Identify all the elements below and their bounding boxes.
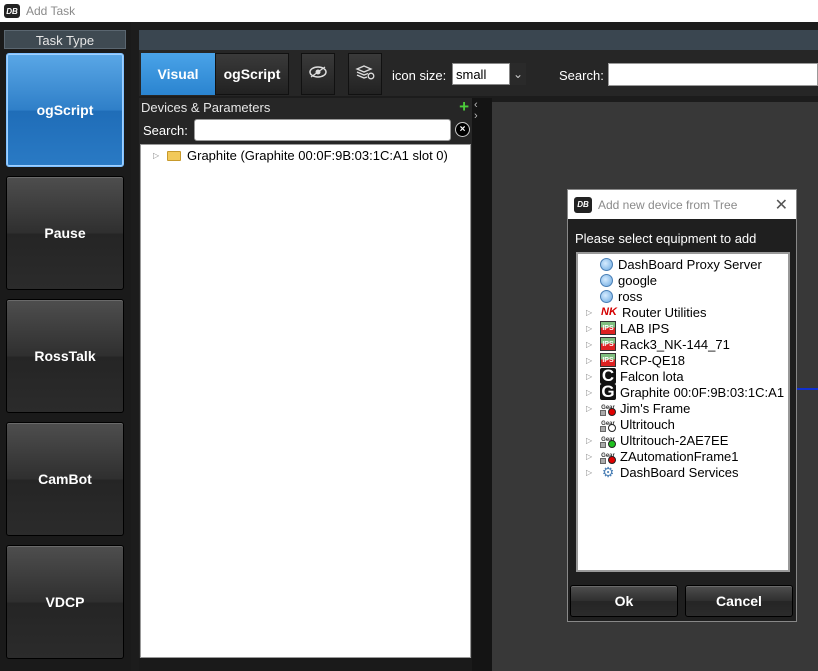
devices-panel: Devices & Parameters + Search: × ▷ Graph… (139, 98, 472, 671)
list-item[interactable]: ▷ IPS LAB IPS (586, 320, 669, 336)
expand-right-icon[interactable]: › (474, 111, 478, 122)
devices-header: Devices & Parameters (141, 100, 271, 115)
window-title: Add Task (26, 4, 76, 18)
gear-green-icon: Gear (600, 432, 616, 448)
list-item[interactable]: DashBoard Proxy Server (600, 256, 762, 272)
add-device-icon[interactable]: + (459, 98, 469, 115)
g-logo-icon: G (600, 382, 616, 401)
task-vdcp-button[interactable]: VDCP (6, 545, 124, 659)
ips-icon: IPS (600, 337, 616, 351)
ok-button[interactable]: Ok (570, 585, 678, 617)
chevron-down-icon: ⌄ (513, 67, 524, 81)
visual-tab[interactable]: Visual (141, 53, 215, 95)
expand-triangle-icon[interactable]: ▷ (586, 340, 594, 349)
gear-red-icon: Gear (600, 448, 616, 464)
layers-gear-icon (355, 64, 375, 84)
list-item-label: Router Utilities (622, 304, 707, 320)
list-item-label: google (618, 272, 658, 288)
list-item[interactable]: ▷ Gear ZAutomationFrame1 (586, 448, 739, 464)
expand-triangle-icon[interactable]: ▷ (586, 372, 594, 381)
list-item-label: DashBoard Services (620, 464, 739, 480)
ips-icon: IPS (600, 353, 616, 367)
list-item[interactable]: ▷ IPS Rack3_NK-144_71 (586, 336, 730, 352)
expand-triangle-icon[interactable]: ▷ (586, 452, 594, 461)
list-item[interactable]: Gear Ultritouch (600, 416, 675, 432)
list-item-label: LAB IPS (620, 320, 670, 336)
toolbar-search-label: Search: (559, 68, 604, 83)
expand-triangle-icon[interactable]: ▷ (586, 324, 594, 333)
ips-icon: IPS (600, 321, 616, 335)
expand-triangle-icon[interactable]: ▷ (586, 388, 594, 397)
icon-size-label: icon size: (392, 68, 447, 83)
tree-item[interactable]: ▷ Graphite (Graphite 00:0F:9B:03:1C:A1 s… (153, 148, 448, 163)
cancel-button[interactable]: Cancel (685, 585, 793, 617)
cog-icon: ⚙ (601, 463, 615, 480)
expand-triangle-icon[interactable]: ▷ (586, 356, 594, 365)
list-item-label: Ultritouch-2AE7EE (620, 432, 729, 448)
ogscript-tab[interactable]: ogScript (215, 53, 289, 95)
task-ogscript-button[interactable]: ogScript (6, 53, 124, 167)
expand-triangle-icon[interactable]: ▷ (586, 308, 594, 317)
equipment-list[interactable]: DashBoard Proxy Server google ross ▷ NK … (576, 252, 790, 572)
task-type-header: Task Type (4, 30, 126, 49)
dialog-titlebar: DB Add new device from Tree (568, 190, 796, 219)
gear-red-icon: Gear (600, 400, 616, 416)
list-item[interactable]: google (600, 272, 657, 288)
editor-toolbar: Visual ogScript icon size: small ⌄ Searc… (139, 50, 818, 96)
list-item[interactable]: ross (600, 288, 643, 304)
canvas-connector-line (797, 388, 818, 390)
dialog-prompt: Please select equipment to add (575, 231, 757, 246)
task-cambot-button[interactable]: CamBot (6, 422, 124, 536)
tree-item-label: Graphite (Graphite 00:0F:9B:03:1C:A1 slo… (187, 148, 448, 163)
window-titlebar: DB Add Task (0, 0, 818, 22)
close-icon[interactable]: ✕ (775, 195, 788, 215)
toolbar-search-input[interactable] (608, 63, 818, 86)
list-item-label: ZAutomationFrame1 (620, 448, 739, 464)
icon-size-value: small (452, 63, 510, 85)
icon-size-select[interactable]: small ⌄ (452, 63, 526, 85)
list-item-label: Rack3_NK-144_71 (620, 336, 730, 352)
task-pause-button[interactable]: Pause (6, 176, 124, 290)
list-item-label: Falcon lota (620, 368, 684, 384)
expand-triangle-icon[interactable]: ▷ (586, 404, 594, 413)
devices-search-label: Search: (143, 123, 188, 138)
list-item-label: Graphite 00:0F:9B:03:1C:A1 (620, 384, 785, 400)
visibility-toggle-button[interactable] (301, 53, 335, 95)
task-type-panel: Task Type ogScript Pause RossTalk CamBot… (0, 22, 131, 671)
top-strip (139, 30, 818, 50)
add-device-dialog: DB Add new device from Tree ✕ Please sel… (567, 189, 797, 622)
list-item[interactable]: ▷ NK Router Utilities (586, 304, 707, 320)
devices-bottom-bar (139, 658, 472, 671)
devices-tree[interactable]: ▷ Graphite (Graphite 00:0F:9B:03:1C:A1 s… (140, 144, 471, 658)
dialog-title: Add new device from Tree (598, 197, 738, 212)
globe-icon (600, 289, 613, 303)
list-item-label: DashBoard Proxy Server (618, 256, 762, 272)
app-logo-icon: DB (4, 4, 20, 18)
layers-button[interactable] (348, 53, 382, 95)
folder-icon (167, 150, 181, 161)
list-item[interactable]: ▷ ⚙ DashBoard Services (586, 464, 739, 480)
nk-icon: NK (601, 306, 617, 318)
list-item[interactable]: ▷ Gear Ultritouch-2AE7EE (586, 432, 728, 448)
devices-search-input[interactable] (194, 119, 451, 141)
gear-white-icon: Gear (600, 416, 616, 432)
list-item-label: ross (618, 288, 643, 304)
expand-triangle-icon[interactable]: ▷ (153, 151, 161, 160)
globe-icon (600, 273, 613, 287)
list-item[interactable]: ▷ IPS RCP-QE18 (586, 352, 685, 368)
globe-icon (600, 257, 613, 271)
list-item-label: Jim's Frame (620, 400, 691, 416)
dialog-logo-icon: DB (574, 196, 592, 213)
list-item[interactable]: ▷ Gear Jim's Frame (586, 400, 690, 416)
expand-triangle-icon[interactable]: ▷ (586, 436, 594, 445)
expand-triangle-icon[interactable]: ▷ (586, 468, 594, 477)
task-rosstalk-button[interactable]: RossTalk (6, 299, 124, 413)
list-item-label: RCP-QE18 (620, 352, 686, 368)
list-item-label: Ultritouch (620, 416, 675, 432)
clear-search-icon[interactable]: × (455, 122, 470, 137)
panel-splitter[interactable]: ‹ › (472, 98, 492, 671)
eye-icon (308, 65, 328, 83)
list-item[interactable]: ▷ G Graphite 00:0F:9B:03:1C:A1 (586, 382, 785, 401)
